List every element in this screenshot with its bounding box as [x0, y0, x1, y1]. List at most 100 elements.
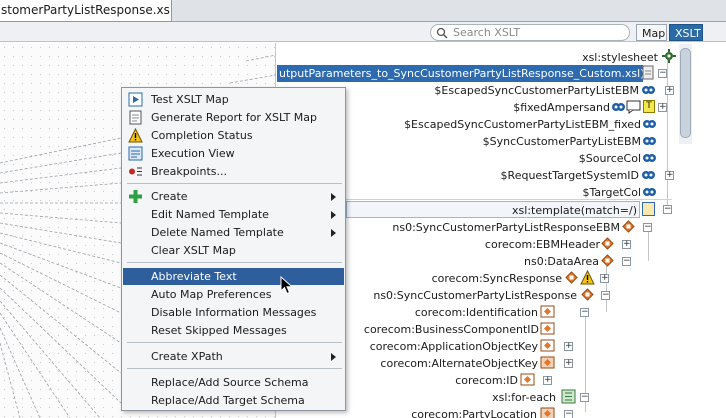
test-map-icon	[128, 92, 143, 107]
element-label: ns0:SyncCustomerPartyListResponseEBM	[392, 221, 620, 234]
text-node-icon: T	[643, 100, 655, 113]
expand-toggle[interactable]: +	[564, 342, 573, 351]
template-label: xsl:template(match=/)	[512, 204, 637, 217]
map-view-button[interactable]: Map	[636, 24, 667, 41]
element-label: corecom:ID	[455, 374, 518, 387]
tree-node-template[interactable]: xsl:template(match=/)	[346, 201, 640, 218]
tree-node-element[interactable]: corecom:AlternateObjectKey	[380, 355, 538, 372]
tree-guide-line	[667, 58, 668, 208]
variable-icon	[612, 103, 625, 111]
menu-item-clear-xslt-map[interactable]: Clear XSLT Map	[123, 242, 344, 259]
param-label: $TargetCol	[582, 186, 642, 199]
menu-item-generate-report[interactable]: Generate Report for XSLT Map	[123, 109, 344, 126]
menu-item-replace-add-source-schema[interactable]: Replace/Add Source Schema	[123, 374, 344, 391]
collapse-toggle[interactable]: −	[564, 410, 573, 418]
xslt-view-button[interactable]: XSLT	[669, 24, 703, 41]
search-xslt-input[interactable]: Search XSLT	[430, 24, 630, 41]
tree-node-element[interactable]: corecom:SyncResponse	[432, 270, 562, 287]
menu-item-execution-view[interactable]: Execution View	[123, 145, 344, 162]
search-icon	[436, 27, 448, 39]
stylesheet-icon	[662, 49, 676, 63]
variable-icon	[643, 188, 656, 196]
editor-tab-title: stomerPartyListResponse.xsl	[1, 3, 172, 17]
menu-item-edit-named-template[interactable]: Edit Named Template	[123, 206, 344, 223]
collapse-toggle[interactable]: −	[622, 257, 631, 266]
element-label: corecom:EBMHeader	[484, 238, 600, 251]
tree-node-element[interactable]: corecom:Identification	[415, 304, 538, 321]
variable-icon	[643, 120, 656, 128]
submenu-arrow-icon	[331, 353, 336, 361]
tree-scrollbar-thumb[interactable]	[680, 48, 691, 138]
menu-item-reset-skipped-messages[interactable]: Reset Skipped Messages	[123, 322, 344, 339]
editor-tab[interactable]: stomerPartyListResponse.xsl	[0, 0, 172, 22]
menu-separator	[127, 342, 342, 343]
menu-item-breakpoints[interactable]: Breakpoints...	[123, 163, 344, 180]
menu-item-disable-information-messages[interactable]: Disable Information Messages	[123, 304, 344, 321]
tree-node-param[interactable]: $SourceCol	[579, 150, 641, 167]
collapse-toggle[interactable]: −	[580, 393, 589, 402]
menu-item-delete-named-template[interactable]: Delete Named Template	[123, 224, 344, 241]
tree-node-element[interactable]: corecom:PartyLocation	[411, 406, 537, 418]
param-label: $SourceCol	[578, 152, 641, 165]
collapse-toggle[interactable]: −	[601, 291, 610, 300]
expand-toggle[interactable]: +	[665, 171, 674, 180]
breakpoints-icon	[129, 167, 142, 176]
menu-item-completion-status[interactable]: Completion Status	[123, 127, 344, 144]
menu-item-auto-map-preferences[interactable]: Auto Map Preferences	[123, 286, 344, 303]
element-label: corecom:AlternateObjectKey	[380, 357, 538, 370]
warning-icon	[128, 128, 143, 143]
tree-node-element[interactable]: ns0:SyncCustomerPartyListResponseEBM	[392, 219, 620, 236]
tree-node-element[interactable]: corecom:EBMHeader	[485, 236, 600, 253]
tree-node-selected-file[interactable]: utputParameters_to_SyncCustomerPartyList…	[277, 65, 645, 82]
tree-node-stylesheet[interactable]: xsl:stylesheet	[582, 49, 658, 66]
variable-icon	[643, 154, 656, 162]
expand-toggle[interactable]: +	[564, 359, 573, 368]
submenu-arrow-icon	[331, 229, 336, 237]
param-label: $SyncCustomerPartyListEBM	[482, 135, 641, 148]
tree-node-param[interactable]: $fixedAmpersand	[513, 99, 610, 116]
collapse-toggle[interactable]: −	[580, 308, 589, 317]
mapper-toolbar: Search XSLT Map XSLT	[0, 22, 726, 42]
tree-node-param[interactable]: $SyncCustomerPartyListEBM	[483, 133, 641, 150]
tree-guide-line	[606, 262, 607, 312]
param-label: $EscapedSyncCustomerPartyListEBM_fixed	[404, 118, 641, 131]
element-label: xsl:for-each	[492, 391, 556, 404]
element-icon	[622, 220, 635, 233]
menu-item-create-xpath[interactable]: Create XPath	[123, 348, 344, 365]
tree-node-param[interactable]: $EscapedSyncCustomerPartyListEBM	[434, 82, 639, 99]
menu-item-create[interactable]: Create	[123, 188, 344, 205]
collapse-toggle[interactable]: −	[643, 223, 652, 232]
param-label: $fixedAmpersand	[513, 101, 610, 114]
element-label: corecom:PartyLocation	[411, 408, 537, 418]
element-icon	[540, 407, 555, 418]
expand-toggle[interactable]: +	[658, 103, 667, 112]
tree-node-element[interactable]: corecom:ID	[455, 372, 518, 389]
tree-node-element[interactable]: ns0:DataArea	[524, 253, 599, 270]
element-label: corecom:BusinessComponentID	[363, 323, 539, 336]
menu-item-abbreviate-text[interactable]: Abbreviate Text	[123, 268, 344, 285]
collapse-toggle[interactable]: −	[663, 205, 672, 214]
stylesheet-label: xsl:stylesheet	[582, 51, 658, 64]
tree-node-param[interactable]: $RequestTargetSystemID	[501, 167, 639, 184]
submenu-arrow-icon	[331, 211, 336, 219]
expand-toggle[interactable]: +	[622, 240, 631, 249]
menu-item-replace-add-target-schema[interactable]: Replace/Add Target Schema	[123, 392, 344, 409]
context-menu: Test XSLT Map Generate Report for XSLT M…	[121, 87, 346, 411]
param-label: $RequestTargetSystemID	[500, 169, 639, 182]
menu-item-test-xslt-map[interactable]: Test XSLT Map	[123, 91, 344, 108]
tree-node-element[interactable]: corecom:ApplicationObjectKey	[370, 338, 538, 355]
expand-toggle[interactable]: +	[543, 376, 552, 385]
mouse-cursor-icon	[280, 276, 294, 295]
tree-node-param[interactable]: $EscapedSyncCustomerPartyListEBM_fixed	[404, 116, 641, 133]
expand-toggle[interactable]: +	[665, 86, 674, 95]
collapse-toggle[interactable]: −	[658, 69, 667, 78]
search-placeholder: Search XSLT	[453, 26, 521, 39]
variable-icon	[642, 171, 655, 179]
expand-toggle[interactable]: +	[600, 274, 609, 283]
element-icon	[520, 373, 535, 386]
tree-node-element[interactable]: corecom:BusinessComponentID	[364, 321, 539, 338]
warning-icon	[580, 270, 595, 285]
tree-node-element[interactable]: ns0:SyncCustomerPartyListResponse	[373, 287, 577, 304]
tree-node-element[interactable]: xsl:for-each	[492, 389, 556, 406]
comment-icon	[626, 100, 641, 114]
